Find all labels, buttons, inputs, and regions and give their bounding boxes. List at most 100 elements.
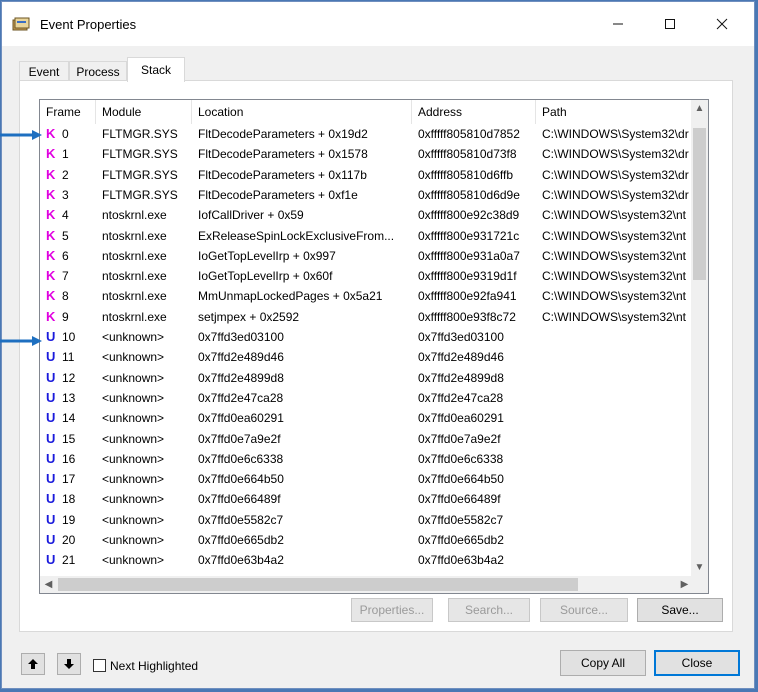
address-cell: 0x7ffd0e63b4a2 <box>418 553 504 568</box>
address-cell: 0xfffff800e9319d1f <box>418 269 517 284</box>
module-cell: <unknown> <box>102 533 165 547</box>
module-cell: <unknown> <box>102 553 165 568</box>
horizontal-scrollbar[interactable]: ◀ ▶ <box>40 576 693 593</box>
table-row[interactable]: U 17 <unknown> 0x7ffd0e664b50 0x7ffd0e664b50 <box>40 469 690 489</box>
path-cell: C:\WINDOWS\system32\nt <box>542 309 687 324</box>
maximize-button[interactable] <box>644 2 696 46</box>
frame-cell: U 13 <box>46 388 96 408</box>
close-window-button[interactable] <box>696 2 748 46</box>
copy-all-button[interactable]: Copy All <box>560 650 646 676</box>
frame-number: 6 <box>62 248 69 263</box>
frame-number: 8 <box>62 289 69 304</box>
frame-number: 19 <box>62 512 76 527</box>
table-row[interactable]: U 14 <unknown> 0x7ffd0ea60291 0x7ffd0ea60291 <box>40 408 690 428</box>
module-cell: FLTMGR.SYS <box>102 147 178 162</box>
module-cell: <unknown> <box>102 390 165 405</box>
module-cell: ntoskrnl.exe <box>102 228 167 243</box>
path-cell <box>542 469 690 489</box>
previous-event-button[interactable] <box>21 653 45 675</box>
frame-cell: K3 <box>46 185 96 205</box>
table-row[interactable]: K 3 FLTMGR.SYS FltDecodeParameters + 0xf1e 0… <box>40 185 690 205</box>
frame-number: 2 <box>62 167 69 182</box>
location-cell: 0x7ffd0e63b4a2 <box>198 553 284 568</box>
frame-number: 4 <box>62 208 69 223</box>
location-cell: IoGetTopLevelIrp + 0x997 <box>198 248 336 263</box>
kernel-frame-icon: K <box>46 146 56 162</box>
column-header-path[interactable]: Path <box>536 100 696 124</box>
kernel-frame-icon: K <box>46 288 56 304</box>
close-button[interactable]: Close <box>654 650 740 676</box>
table-row[interactable]: U 10 <unknown> 0x7ffd3ed03100 0x7ffd3ed03100 <box>40 327 690 347</box>
table-row[interactable]: K 2 FLTMGR.SYS FltDecodeParameters + 0x117b… <box>40 165 690 185</box>
module-cell: ntoskrnl.exe <box>102 248 167 263</box>
table-row[interactable]: U 18 <unknown> 0x7ffd0e66489f 0x7ffd0e66489f <box>40 489 690 509</box>
scroll-down-icon[interactable]: ▼ <box>691 559 708 576</box>
frame-number: 16 <box>62 451 76 466</box>
table-row[interactable]: U 12 <unknown> 0x7ffd2e4899d8 0x7ffd2e4899d8 <box>40 368 690 388</box>
location-cell: 0x7ffd0e6c6338 <box>198 451 284 466</box>
location-cell: 0x7ffd2e489d46 <box>198 350 284 365</box>
user-frame-icon: U <box>46 389 56 405</box>
frame-cell: U 19 <box>46 510 96 530</box>
column-header-frame[interactable]: Frame <box>40 100 96 124</box>
user-frame-icon: U <box>46 552 56 568</box>
table-row[interactable]: U 20 <unknown> 0x7ffd0e665db2 0x7ffd0e665db2 <box>40 530 690 550</box>
address-cell: 0xfffff800e92fa941 <box>418 289 517 304</box>
table-row[interactable]: K 9 ntoskrnl.exe setjmpex + 0x2592 0xfffff80… <box>40 307 690 327</box>
frame-cell: U 16 <box>46 449 96 469</box>
table-row[interactable]: U 16 <unknown> 0x7ffd0e6c6338 0x7ffd0e6c6338 <box>40 449 690 469</box>
table-row[interactable]: K 1 FLTMGR.SYS FltDecodeParameters + 0x1578… <box>40 144 690 164</box>
table-row[interactable]: U 19 <unknown> 0x7ffd0e5582c7 0x7ffd0e5582c7 <box>40 510 690 530</box>
column-header-location[interactable]: Location <box>192 100 412 124</box>
module-cell: <unknown> <box>102 330 165 344</box>
frame-cell: U 10 <box>46 327 96 347</box>
scroll-up-icon[interactable]: ▲ <box>691 100 708 117</box>
next-highlighted-checkbox[interactable] <box>93 659 106 672</box>
tab-event[interactable]: Event <box>19 61 69 81</box>
table-row[interactable]: K 0 FLTMGR.SYS FltDecodeParameters + 0x19d2… <box>40 124 690 144</box>
close-icon <box>716 18 728 30</box>
table-row[interactable]: K 8 ntoskrnl.exe MmUnmapLockedPages + 0x5a2… <box>40 286 690 306</box>
tab-process[interactable]: Process <box>69 61 127 81</box>
scroll-left-icon[interactable]: ◀ <box>40 576 57 593</box>
address-cell: 0x7ffd2e47ca28 <box>418 390 504 405</box>
frame-cell: K0 <box>46 124 96 144</box>
minimize-button[interactable] <box>592 2 644 46</box>
table-row[interactable]: U 15 <unknown> 0x7ffd0e7a9e2f 0x7ffd0e7a9e2f <box>40 429 690 449</box>
search-button[interactable]: Search... <box>448 598 530 622</box>
column-header-module[interactable]: Module <box>96 100 192 124</box>
table-row[interactable]: U 11 <unknown> 0x7ffd2e489d46 0x7ffd2e489d46 <box>40 347 690 367</box>
table-row[interactable]: K 5 ntoskrnl.exe ExReleaseSpinLockExclusive… <box>40 226 690 246</box>
kernel-frame-icon: K <box>46 207 56 223</box>
frame-number: 21 <box>62 553 76 568</box>
stack-list[interactable]: Frame Module Location Address Path K 0 FLT… <box>39 99 709 594</box>
tab-stack[interactable]: Stack <box>127 57 185 82</box>
minimize-icon <box>613 23 623 25</box>
address-cell: 0xfffff800e92c38d9 <box>418 208 520 223</box>
annotation-arrow-user <box>0 336 42 346</box>
table-row[interactable]: K 6 ntoskrnl.exe IoGetTopLevelIrp + 0x997 0x… <box>40 246 690 266</box>
table-row[interactable]: K 4 ntoskrnl.exe IofCallDriver + 0x59 0xffff… <box>40 205 690 225</box>
vertical-scroll-thumb[interactable] <box>693 128 706 280</box>
frame-number: 0 <box>62 127 69 141</box>
frame-cell: U 11 <box>46 347 96 367</box>
next-highlighted-label[interactable]: Next Highlighted <box>110 659 198 673</box>
table-row[interactable]: U 21 <unknown> 0x7ffd0e63b4a2 0x7ffd0e63b4a2 <box>40 550 690 570</box>
frame-number: 17 <box>62 472 76 487</box>
frame-number: 5 <box>62 228 69 243</box>
path-cell: C:\WINDOWS\system32\nt <box>542 269 687 284</box>
horizontal-scroll-thumb[interactable] <box>58 578 578 591</box>
path-cell: C:\WINDOWS\System32\dr <box>542 127 689 141</box>
source-button[interactable]: Source... <box>540 598 628 622</box>
next-event-button[interactable] <box>57 653 81 675</box>
column-header-address[interactable]: Address <box>412 100 536 124</box>
module-cell: FLTMGR.SYS <box>102 187 178 202</box>
save-button[interactable]: Save... <box>637 598 723 622</box>
table-row[interactable]: U 13 <unknown> 0x7ffd2e47ca28 0x7ffd2e47ca28 <box>40 388 690 408</box>
location-cell: ExReleaseSpinLockExclusiveFrom... <box>198 228 395 243</box>
vertical-scrollbar[interactable]: ▲ ▼ <box>691 100 708 576</box>
properties-button[interactable]: Properties... <box>351 598 433 622</box>
user-frame-icon: U <box>46 329 56 344</box>
table-row[interactable]: K 7 ntoskrnl.exe IoGetTopLevelIrp + 0x60f 0x… <box>40 266 690 286</box>
kernel-frame-icon: K <box>46 186 56 202</box>
